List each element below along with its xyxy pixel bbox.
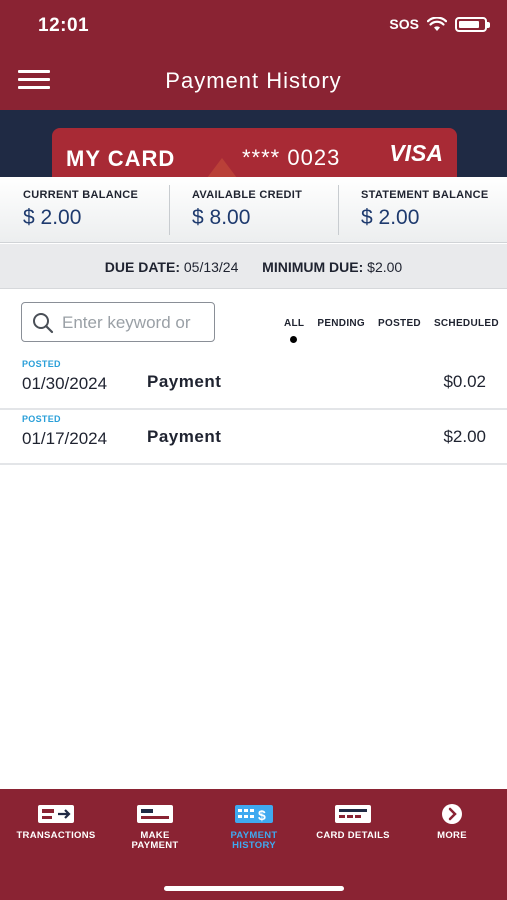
make-payment-icon	[137, 805, 173, 823]
payment-history-icon: $	[235, 805, 273, 823]
home-indicator[interactable]	[164, 886, 344, 891]
card-details-icon	[335, 805, 371, 823]
battery-icon	[455, 16, 490, 32]
available-credit: AVAILABLE CREDIT $ 8.00	[169, 177, 338, 242]
carrier-label: SOS	[389, 16, 419, 32]
tab-transactions-label: TRANSACTIONS	[16, 830, 96, 841]
filter-scheduled[interactable]: SCHEDULED	[434, 318, 499, 329]
tab-more-label: MORE	[437, 830, 467, 841]
due-summary: DUE DATE: 05/13/24 MINIMUM DUE: $2.00	[0, 244, 507, 289]
minimum-due-label: MINIMUM DUE:	[262, 259, 364, 275]
transactions-icon	[38, 805, 74, 823]
tab-transactions[interactable]: TRANSACTIONS	[6, 803, 106, 841]
filter-posted[interactable]: POSTED	[378, 318, 421, 329]
list-item[interactable]: POSTED 01/30/2024 Payment $0.02	[0, 355, 507, 410]
statement-balance-label: STATEMENT BALANCE	[361, 189, 489, 201]
tab-card-details[interactable]: CARD DETAILS	[303, 803, 403, 841]
status-indicators: SOS	[389, 16, 490, 32]
page-title: Payment History	[165, 68, 342, 93]
transaction-date: 01/30/2024	[22, 374, 108, 393]
visa-logo: VISA	[389, 140, 443, 166]
search-placeholder: Enter keyword or	[62, 313, 191, 332]
filter-tabs: ALL PENDING POSTED SCHEDULED	[284, 318, 499, 343]
transaction-amount: $0.02	[443, 372, 486, 391]
filter-pending[interactable]: PENDING	[317, 318, 365, 329]
due-date-label: DUE DATE:	[104, 259, 180, 275]
card-name: MY CARD	[66, 146, 176, 171]
transaction-date: 01/17/2024	[22, 429, 108, 448]
available-credit-label: AVAILABLE CREDIT	[192, 189, 303, 201]
more-icon	[442, 804, 462, 824]
svg-text:$: $	[258, 807, 266, 823]
due-date-value: 05/13/24	[183, 259, 239, 275]
statement-balance-value: $ 2.00	[361, 206, 420, 229]
tab-card-details-label: CARD DETAILS	[316, 830, 390, 841]
transaction-status: POSTED	[22, 414, 61, 424]
credit-card[interactable]: MY CARD **** 0023 VISA	[52, 128, 457, 177]
card-banner: MY CARD **** 0023 VISA	[0, 110, 507, 177]
app-header: 12:01 SOS Payment History	[0, 0, 507, 110]
status-bar: 12:01 SOS	[0, 0, 507, 50]
transaction-description: Payment	[147, 427, 222, 446]
transaction-status: POSTED	[22, 359, 61, 369]
search-input[interactable]: Enter keyword or	[21, 302, 215, 342]
tab-payment-history[interactable]: $ PAYMENT HISTORY	[204, 803, 304, 851]
tab-make-payment[interactable]: MAKE PAYMENT	[105, 803, 205, 851]
available-credit-value: $ 8.00	[192, 206, 251, 229]
search-icon	[33, 313, 54, 334]
minimum-due-value: $2.00	[367, 259, 403, 275]
current-balance: CURRENT BALANCE $ 2.00	[0, 177, 169, 242]
balance-summary: CURRENT BALANCE $ 2.00 AVAILABLE CREDIT …	[0, 177, 507, 243]
bottom-tab-bar: TRANSACTIONS MAKE PAYMENT $ PAYMENT HISTOR…	[0, 789, 507, 900]
list-item[interactable]: POSTED 01/17/2024 Payment $2.00	[0, 410, 507, 465]
card-number: **** 0023	[242, 145, 341, 170]
wifi-icon	[427, 16, 447, 31]
statement-balance: STATEMENT BALANCE $ 2.00	[338, 177, 507, 242]
filter-all[interactable]: ALL	[284, 318, 304, 343]
transaction-description: Payment	[147, 372, 222, 391]
tab-make-payment-label: MAKE PAYMENT	[131, 830, 179, 851]
tab-more[interactable]: MORE	[402, 803, 502, 841]
status-time: 12:01	[38, 15, 90, 36]
current-balance-label: CURRENT BALANCE	[23, 189, 139, 201]
current-balance-value: $ 2.00	[23, 206, 82, 229]
tab-payment-history-label: PAYMENT HISTORY	[230, 830, 278, 851]
transaction-amount: $2.00	[443, 427, 486, 446]
